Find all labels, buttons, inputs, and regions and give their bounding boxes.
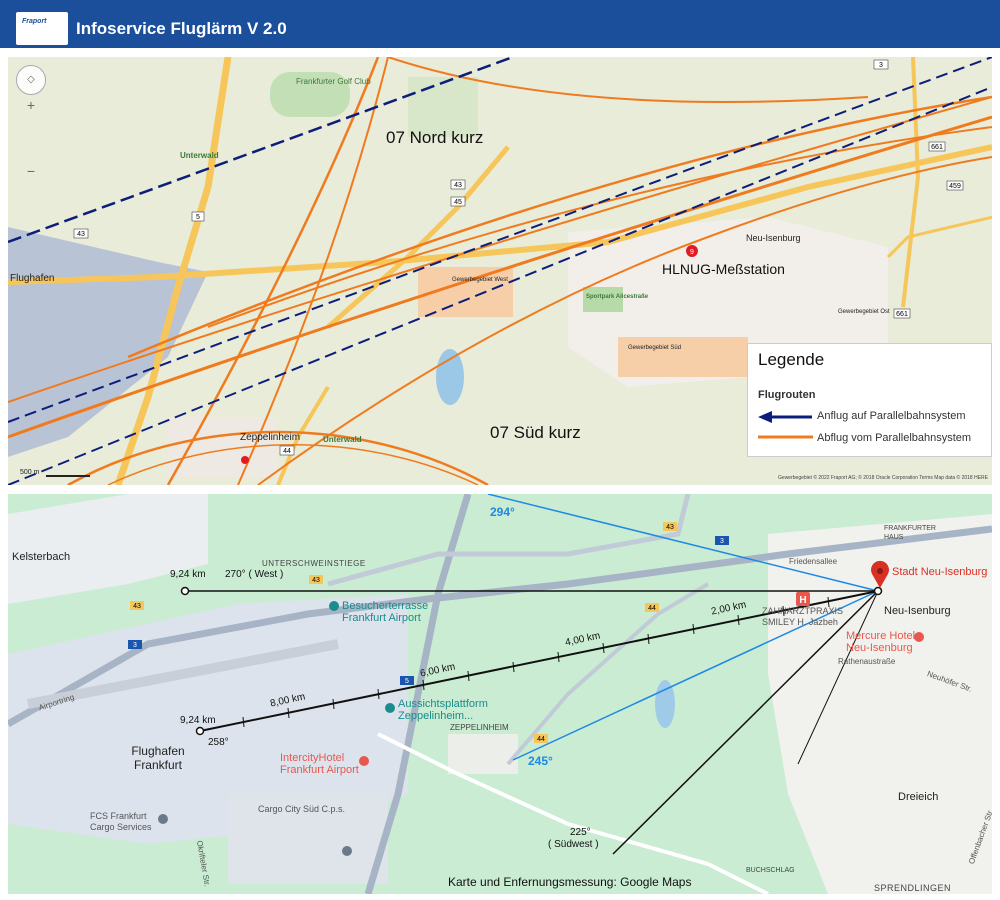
road-shield-45: 45 <box>454 199 462 206</box>
fraport-logo <box>16 12 68 45</box>
poi-marker-cargo <box>342 846 352 856</box>
place-dreieich: Dreieich <box>898 791 939 803</box>
map-attribution: Gewerbegebiet © 2022 Fraport AG; © 2018 … <box>778 475 988 481</box>
bearing-label-245: 245° <box>528 754 553 768</box>
app-title: Infoservice Fluglärm V 2.0 <box>76 19 287 38</box>
svg-text:9: 9 <box>690 249 694 256</box>
place-gewerbegebiet-sued: Gewerbegebiet Süd <box>628 345 682 351</box>
place-frankfurter-haus: FRANKFURTER HAUS <box>884 525 936 541</box>
place-unterwald-2: Unterwald <box>323 435 362 444</box>
place-neu-isenburg: Neu-Isenburg <box>746 233 801 243</box>
place-buchschlag: BUCHSCHLAG <box>746 867 795 874</box>
road-43-shield-c: 43 <box>666 524 674 531</box>
place-sportpark: Sportpark Alicestraße <box>586 294 649 300</box>
pan-control[interactable]: ◇ <box>16 65 46 95</box>
place-flughafen: Flughafen <box>10 273 55 284</box>
measure-south-direction: ( Südwest ) <box>548 839 599 850</box>
distance-measure-map-canvas: H 43 43 43 44 44 3 3 5 <box>8 494 992 894</box>
poi-fcs-cargo[interactable]: FCS Frankfurt Cargo Services <box>90 811 160 833</box>
app-root: Fraport Infoservice Fluglärm V 2.0 9 43 … <box>0 0 1000 900</box>
lake <box>436 349 464 405</box>
line-icon <box>758 435 813 439</box>
road-5-shield: 5 <box>405 678 409 685</box>
place-kelsterbach: Kelsterbach <box>12 551 71 563</box>
zeppelinheim-area <box>168 417 278 477</box>
measure-south-bearing: 225° <box>570 827 591 838</box>
road-43-shield-a: 43 <box>133 603 141 610</box>
road-shield-44: 44 <box>283 448 291 455</box>
road-shield-5: 5 <box>196 214 200 221</box>
legend-item-departure: Abflug vom Parallelbahnsystem <box>817 432 972 444</box>
street-friedensallee: Friedensallee <box>789 557 838 566</box>
road-3-shield-a: 3 <box>720 538 724 545</box>
poi-zahnarztpraxis[interactable]: ZAHNARZTPRAXIS SMILEY H. Jazbeh <box>762 606 872 628</box>
app-header: Fraport Infoservice Fluglärm V 2.0 <box>0 0 1000 48</box>
map-scale-label: 500 m <box>20 469 40 476</box>
road-43-shield-b: 43 <box>312 577 320 584</box>
distance-measure-map[interactable]: H 43 43 43 44 44 3 3 5 Kelsterbach UNTER… <box>8 494 992 894</box>
map-scale-bar <box>46 475 90 477</box>
road-44-shield-b: 44 <box>537 736 545 743</box>
road-shield-3: 3 <box>879 62 883 69</box>
poi-besucherterrasse[interactable]: Besucherterrasse Frankfurt Airport <box>342 600 472 624</box>
place-gewerbegebiet-west: Gewerbegebiet West <box>452 277 508 283</box>
poi-stadt-neu-isenburg[interactable]: Stadt Neu-Isenburg <box>892 566 987 578</box>
legend-subtitle: Flugrouten <box>758 389 816 401</box>
road-3-shield-b: 3 <box>133 642 137 649</box>
poi-aussichtsplattform[interactable]: Aussichtsplattform Zeppelinheim... <box>398 698 508 722</box>
poi-cargo-city[interactable]: Cargo City Süd C.p.s. <box>258 804 345 814</box>
route-label-south: 07 Süd kurz <box>490 423 581 442</box>
place-unterwald-1: Unterwald <box>180 151 219 160</box>
zeppelinheim-area-2 <box>448 734 518 774</box>
marker-south <box>241 456 249 464</box>
arrow-left-icon <box>758 411 812 423</box>
map-legend: Legende Flugrouten Anflug auf Parallelba… <box>747 343 992 457</box>
poi-intercity-hotel[interactable]: IntercityHotel Frankfurt Airport <box>280 752 370 776</box>
road-61 <box>886 215 992 259</box>
measure-west-direction: 270° ( West ) <box>225 569 284 580</box>
street-rathenaustrasse: Rathenaustraße <box>838 657 896 666</box>
place-golf-club: Frankfurter Golf Club <box>296 77 371 86</box>
bearing-label-294: 294° <box>490 505 515 519</box>
road-shield-459: 459 <box>949 183 961 190</box>
place-flughafen-frankfurt: Flughafen Frankfurt <box>131 744 185 772</box>
place-neu-isenburg-bottom: Neu-Isenburg <box>884 605 951 617</box>
poi-mercure-hotel[interactable]: Mercure Hotel Neu-Isenburg <box>846 630 926 654</box>
poi-marker-aussicht <box>385 703 395 713</box>
place-gewerbegebiet-ost: Gewerbegebiet Ost <box>838 309 890 315</box>
road-shield-661b: 661 <box>896 311 908 318</box>
logo-text: Fraport <box>22 18 47 25</box>
svg-text:H: H <box>799 595 806 606</box>
place-sprendlingen: SPRENDLINGEN <box>874 883 952 893</box>
place-zeppelinheim-bottom: ZEPPELINHEIM <box>450 723 509 732</box>
measure-sw-distance: 9,24 km <box>180 715 216 726</box>
measure-sw-bearing: 258° <box>208 737 229 748</box>
route-label-north: 07 Nord kurz <box>386 128 484 147</box>
road-shield-661a: 661 <box>931 144 943 151</box>
zoom-out-button[interactable]: − <box>24 163 38 179</box>
gewerbegebiet-sued-area <box>618 337 748 377</box>
place-zeppelinheim: Zeppelinheim <box>240 432 301 443</box>
kelsterbach-area <box>8 494 208 604</box>
zoom-in-button[interactable]: + <box>24 97 38 113</box>
place-unterschweinstiege: UNTERSCHWEINSTIEGE <box>262 559 366 568</box>
station-label: HLNUG-Meßstation <box>662 261 785 277</box>
measure-start-258 <box>195 726 205 736</box>
road-east <box>901 57 921 308</box>
map-credit: Karte und Enfernungsmessung: Google Maps <box>448 875 692 889</box>
road-shield-43a: 43 <box>77 231 85 238</box>
measure-end <box>873 586 883 596</box>
poi-marker-besucherterrasse <box>329 601 339 611</box>
measure-west-distance: 9,24 km <box>170 569 206 580</box>
road-44-shield-a: 44 <box>648 605 656 612</box>
road-shield-43b: 43 <box>454 182 462 189</box>
legend-title: Legende <box>758 350 825 369</box>
measure-start-west <box>180 586 190 596</box>
flight-routes-map[interactable]: 9 43 5 43 45 3 661 459 661 44 ◇ + − Fran… <box>8 57 992 485</box>
legend-item-approach: Anflug auf Parallelbahnsystem <box>817 410 966 422</box>
